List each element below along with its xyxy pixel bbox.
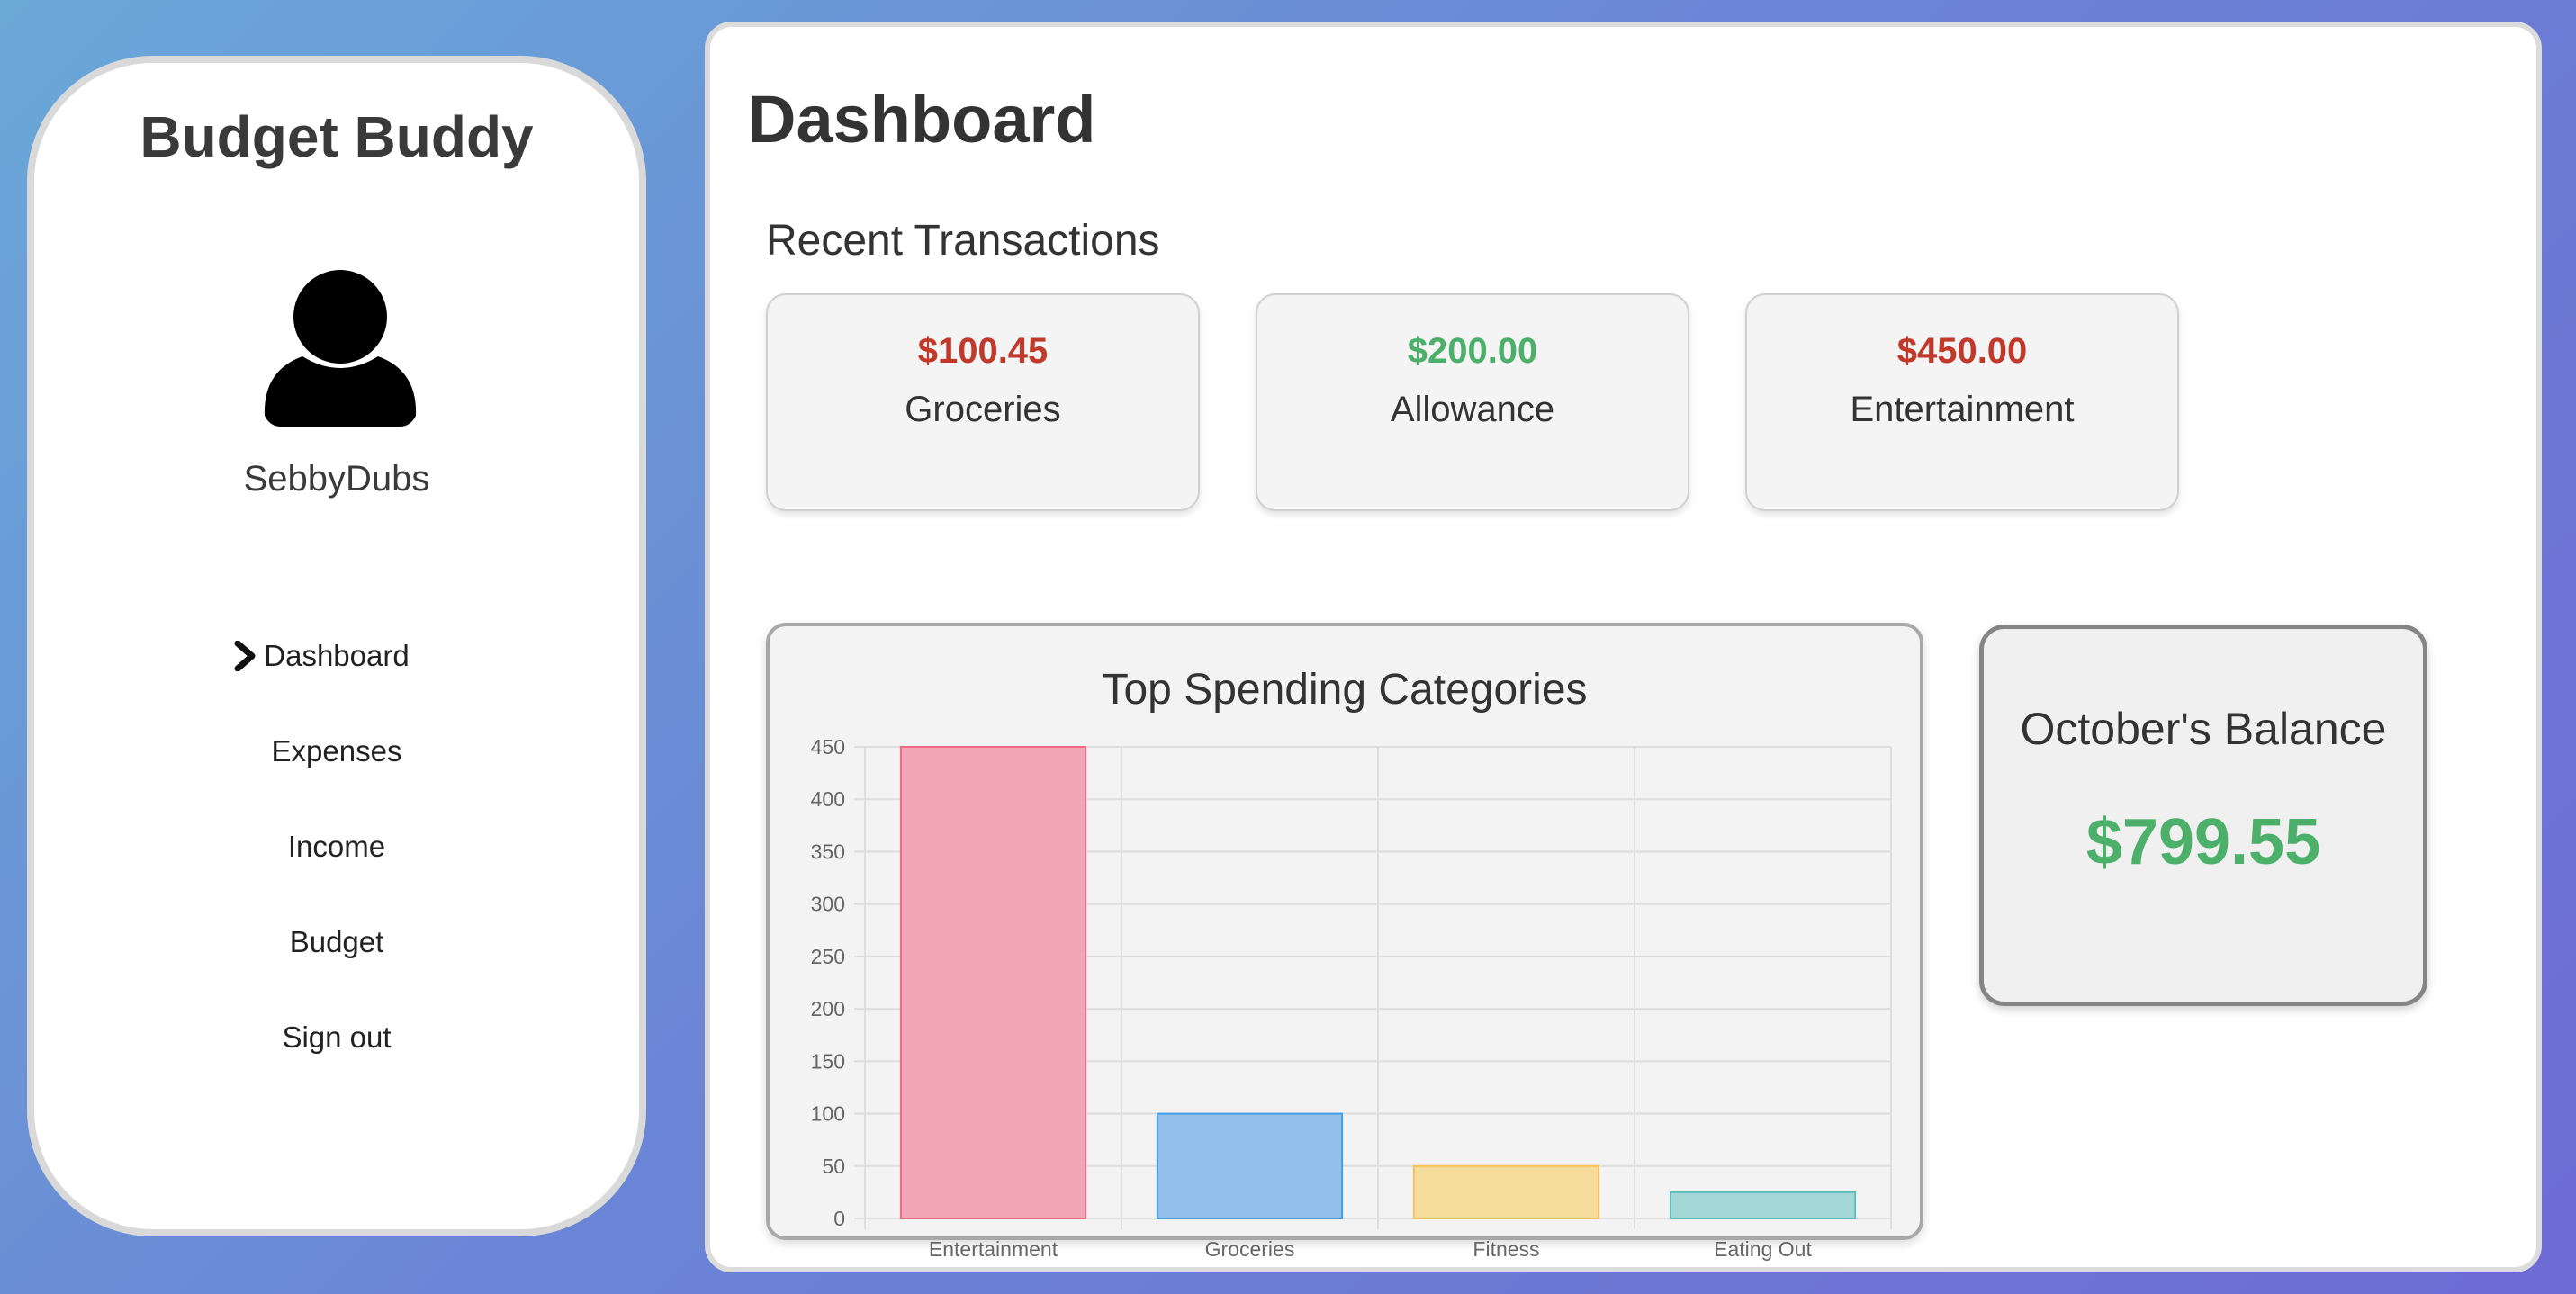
y-tick-label: 300 — [811, 893, 845, 916]
transaction-label: Entertainment — [1850, 390, 2075, 429]
y-tick-label: 450 — [811, 735, 845, 759]
transaction-card[interactable]: $450.00 Entertainment — [1745, 293, 2179, 511]
user-icon — [264, 270, 417, 427]
nav-item-dashboard[interactable]: Dashboard — [34, 608, 639, 704]
y-tick-label: 400 — [811, 787, 845, 811]
y-tick-label: 50 — [822, 1155, 845, 1178]
transaction-card[interactable]: $100.45 Groceries — [766, 293, 1200, 511]
y-tick-label: 150 — [811, 1049, 845, 1073]
y-tick-label: 250 — [811, 945, 845, 968]
balance-card: October's Balance $799.55 — [1979, 625, 2427, 1006]
transaction-label: Allowance — [1390, 390, 1555, 429]
main-panel: Dashboard Recent Transactions $100.45 Gr… — [705, 22, 2542, 1272]
chart-title: Top Spending Categories — [1102, 666, 1587, 714]
sidebar-nav: Dashboard Expenses Income Budget Sign ou… — [34, 608, 639, 1085]
balance-amount: $799.55 — [2085, 806, 2321, 878]
y-tick-label: 0 — [833, 1207, 845, 1230]
x-tick-label: Groceries — [1205, 1237, 1295, 1261]
username: SebbyDubs — [243, 459, 430, 499]
transaction-amount: $450.00 — [1896, 331, 2028, 371]
x-tick-label: Eating Out — [1714, 1237, 1812, 1261]
nav-item-income[interactable]: Income — [34, 799, 639, 894]
y-tick-label: 100 — [811, 1102, 845, 1126]
nav-item-sign-out[interactable]: Sign out — [34, 990, 639, 1085]
nav-item-label: Income — [287, 830, 386, 863]
nav-item-expenses[interactable]: Expenses — [34, 704, 639, 799]
balance-title: October's Balance — [2020, 704, 2387, 754]
nav-item-label: Expenses — [271, 734, 402, 768]
bar-entertainment — [899, 746, 1087, 1219]
nav-item-label: Budget — [289, 925, 384, 958]
transaction-label: Groceries — [905, 390, 1061, 429]
spending-chart: Top Spending Categories 0 50 100 150 200 250 30… — [811, 666, 1892, 1261]
bar-eating-out — [1669, 1191, 1857, 1220]
x-tick-label: Entertainment — [929, 1237, 1058, 1261]
bar-groceries — [1156, 1112, 1344, 1219]
transaction-amount: $200.00 — [1407, 331, 1538, 371]
nav-item-budget[interactable]: Budget — [34, 894, 639, 990]
y-tick-label: 200 — [811, 997, 845, 1020]
page-title: Dashboard — [748, 82, 1096, 157]
nav-item-label: Dashboard — [264, 639, 410, 672]
y-tick-label: 350 — [811, 840, 845, 863]
transaction-amount: $100.45 — [917, 331, 1049, 371]
nav-item-label: Sign out — [282, 1020, 392, 1054]
bar-fitness — [1412, 1164, 1600, 1219]
app-title: Budget Buddy — [140, 104, 534, 169]
recent-transactions-title: Recent Transactions — [766, 217, 1160, 265]
top-spending-chart-card: Top Spending Categories 0 50 100 150 200 250 30… — [766, 623, 1923, 1261]
sidebar: Budget Buddy SebbyDubs Dashboard Expense… — [27, 56, 646, 1236]
x-tick-label: Fitness — [1473, 1237, 1539, 1261]
transaction-card[interactable]: $200.00 Allowance — [1256, 293, 1689, 511]
chevron-right-icon — [234, 641, 256, 671]
